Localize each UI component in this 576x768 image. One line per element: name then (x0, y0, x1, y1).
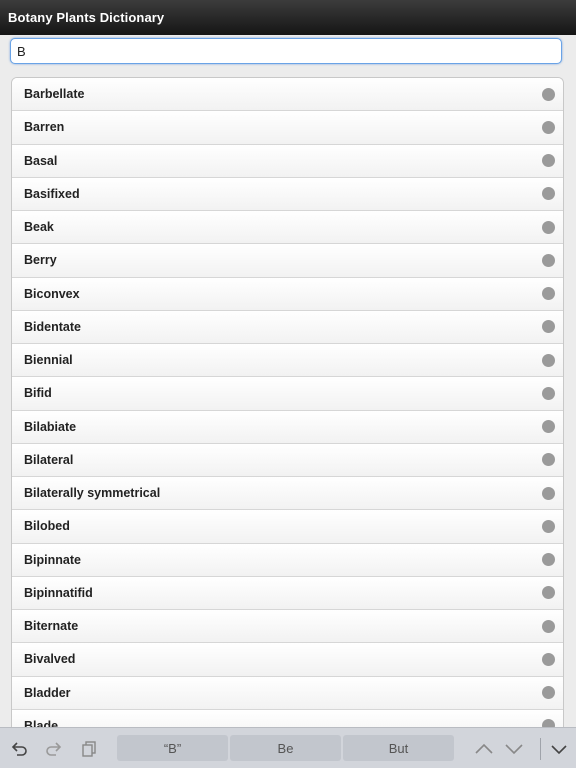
indicator-dot-icon (542, 320, 555, 334)
list-item[interactable]: Biternate (12, 610, 563, 644)
indicator-dot-icon (542, 187, 555, 201)
indicator-dot-icon (542, 154, 555, 168)
list-item[interactable]: Bilabiate (12, 410, 563, 444)
list-item[interactable]: Basal (12, 144, 563, 178)
list-item-label: Basal (24, 153, 58, 168)
list-item-label: Biternate (24, 619, 79, 634)
list-item-label: Bifid (24, 386, 52, 401)
indicator-dot-icon (542, 553, 555, 567)
indicator-dot-icon (542, 619, 555, 633)
term-list[interactable]: Barbellate Barren Basal Basifixed Beak Berry B… (11, 77, 564, 727)
suggestion-2-label: Be (277, 740, 294, 756)
list-item[interactable]: Beak (12, 211, 563, 245)
list-item[interactable]: Barbellate (12, 78, 563, 112)
indicator-dot-icon (542, 220, 555, 234)
list-item-label: Bivalved (24, 652, 76, 667)
list-item[interactable]: Bipinnatifid (12, 576, 563, 610)
app-title: Botany Plants Dictionary (8, 10, 165, 25)
suggestion-1[interactable]: “B” (117, 735, 228, 761)
app-window: Botany Plants Dictionary Barbellate Barre… (0, 0, 576, 768)
indicator-dot-icon (542, 652, 555, 666)
list-item[interactable]: Berry (12, 244, 563, 278)
paste-icon[interactable] (78, 738, 100, 760)
list-item[interactable]: Bivalved (12, 643, 563, 677)
indicator-dot-icon (542, 420, 555, 434)
search-input[interactable] (10, 38, 562, 64)
search-area (0, 35, 576, 70)
list-item[interactable]: Bilateral (12, 443, 563, 477)
dismiss-keyboard-icon[interactable] (548, 739, 570, 759)
suggestion-2[interactable]: Be (230, 735, 341, 761)
indicator-dot-icon (542, 353, 555, 367)
list-item-label: Beak (24, 220, 54, 235)
indicator-dot-icon (542, 287, 555, 301)
list-item[interactable]: Basifixed (12, 177, 563, 211)
list-item-label: Barbellate (24, 87, 85, 102)
list-item-label: Basifixed (24, 186, 80, 201)
list-item[interactable]: Bifid (12, 377, 563, 411)
list-item[interactable]: Biennial (12, 344, 563, 378)
indicator-dot-icon (542, 453, 555, 467)
list-item-label: Barren (24, 120, 65, 135)
list-item-label: Biennial (24, 353, 73, 368)
list-item[interactable]: Barren (12, 111, 563, 145)
list-item-label: Bipinnatifid (24, 585, 93, 600)
list-item-label: Bladder (24, 685, 71, 700)
list-item-label: Bipinnate (24, 552, 81, 567)
list-item[interactable]: Biconvex (12, 277, 563, 311)
redo-icon[interactable] (43, 738, 65, 760)
suggestion-3[interactable]: But (343, 735, 454, 761)
indicator-dot-icon (542, 519, 555, 533)
indicator-dot-icon (542, 253, 555, 267)
list-item[interactable]: Blade (12, 709, 563, 727)
list-item-label: Biconvex (24, 286, 80, 301)
list-item-label: Blade (24, 718, 59, 727)
suggestion-3-label: But (388, 740, 409, 756)
list-item[interactable]: Bidentate (12, 310, 563, 344)
chevron-up-icon[interactable] (473, 739, 495, 759)
list-item-label: Berry (24, 253, 57, 268)
title-bar: Botany Plants Dictionary (0, 0, 576, 35)
indicator-dot-icon (542, 719, 555, 727)
indicator-dot-icon (542, 120, 555, 134)
indicator-dot-icon (542, 386, 555, 400)
list-item-label: Bilaterally symmetrical (24, 486, 161, 501)
list-item[interactable]: Bladder (12, 676, 563, 710)
list-item-label: Bilateral (24, 452, 74, 467)
list-item-label: Bilobed (24, 519, 70, 534)
indicator-dot-icon (542, 586, 555, 600)
indicator-dot-icon (542, 686, 555, 700)
list-item-label: Bilabiate (24, 419, 77, 434)
suggestion-1-label: “B” (163, 740, 182, 756)
list-item-label: Bidentate (24, 319, 81, 334)
chevron-down-icon[interactable] (503, 739, 525, 759)
toolbar-divider (540, 738, 541, 760)
indicator-dot-icon (542, 486, 555, 500)
undo-icon[interactable] (8, 738, 30, 760)
indicator-dot-icon (542, 87, 555, 101)
list-item[interactable]: Bipinnate (12, 543, 563, 577)
keyboard-shortcut-bar: “B” Be But (0, 727, 576, 768)
list-item[interactable]: Bilaterally symmetrical (12, 477, 563, 511)
list-item[interactable]: Bilobed (12, 510, 563, 544)
